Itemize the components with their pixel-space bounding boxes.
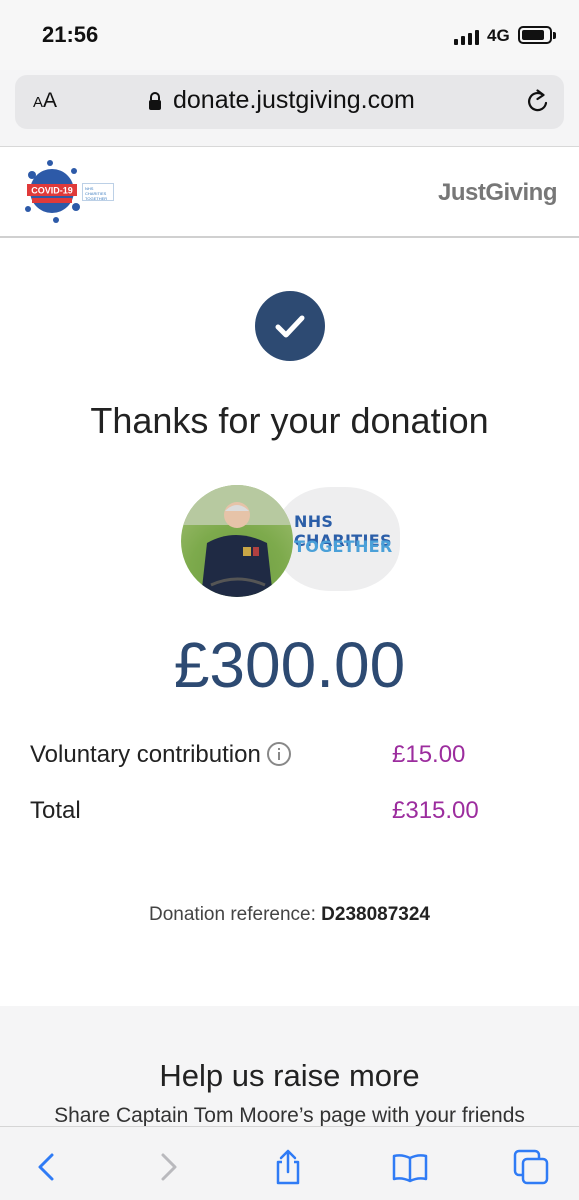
bookmarks-icon[interactable] — [392, 1149, 428, 1185]
share-icon[interactable] — [270, 1149, 306, 1185]
justgiving-logo[interactable]: JustGiving — [438, 179, 558, 207]
total-value: £315.00 — [392, 797, 479, 824]
donation-amount: £300.00 — [173, 629, 406, 701]
charity-logo-line2: TOGETHER — [294, 537, 393, 556]
lock-icon — [149, 92, 161, 110]
browser-toolbar — [0, 1126, 579, 1200]
address-bar[interactable]: AA donate.justgiving.com — [15, 75, 564, 129]
fundraiser-photo — [181, 485, 293, 597]
forward-icon[interactable] — [150, 1149, 186, 1185]
text-size-button[interactable]: AA — [33, 89, 57, 113]
total-label: Total — [30, 797, 81, 824]
charity-logo: NHS CHARITIES TOGETHER — [276, 487, 400, 591]
donation-reference-value: D238087324 — [321, 904, 430, 925]
voluntary-contribution-value: £15.00 — [392, 741, 466, 768]
site-header: COVID-19 NHS CHARITIES TOGETHER JustGivi… — [0, 146, 579, 238]
success-check-icon — [255, 291, 325, 361]
info-icon[interactable] — [266, 741, 291, 766]
donation-confirmation-card: Thanks for your donation NHS CHARITIES T… — [0, 238, 579, 1006]
nhs-charities-mini-logo: NHS CHARITIES TOGETHER — [82, 183, 114, 201]
thanks-heading: Thanks for your donation — [90, 400, 489, 441]
reload-icon[interactable] — [525, 89, 551, 115]
donation-reference: Donation reference: D238087324 — [0, 904, 579, 926]
covid-appeal-logo: COVID-19 — [25, 160, 80, 223]
total-row: Total £315.00 — [30, 797, 550, 825]
tabs-icon[interactable] — [513, 1149, 549, 1185]
url-text[interactable]: donate.justgiving.com — [173, 86, 415, 115]
covid-logo-text: COVID-19 — [31, 186, 73, 196]
status-time: 21:56 — [42, 22, 99, 47]
voluntary-contribution-label: Voluntary contribution — [30, 741, 261, 768]
battery-icon — [518, 26, 556, 44]
voluntary-contribution-row: Voluntary contribution £15.00 — [30, 741, 550, 769]
donation-reference-label: Donation reference: — [149, 904, 316, 925]
status-bar: 21:56 4G — [0, 0, 579, 70]
help-raise-more-heading: Help us raise more — [159, 1058, 420, 1093]
share-subtext: Share Captain Tom Moore’s page with your… — [54, 1104, 525, 1127]
network-type: 4G — [487, 26, 510, 45]
back-icon[interactable] — [29, 1149, 65, 1185]
signal-icon — [454, 30, 479, 45]
